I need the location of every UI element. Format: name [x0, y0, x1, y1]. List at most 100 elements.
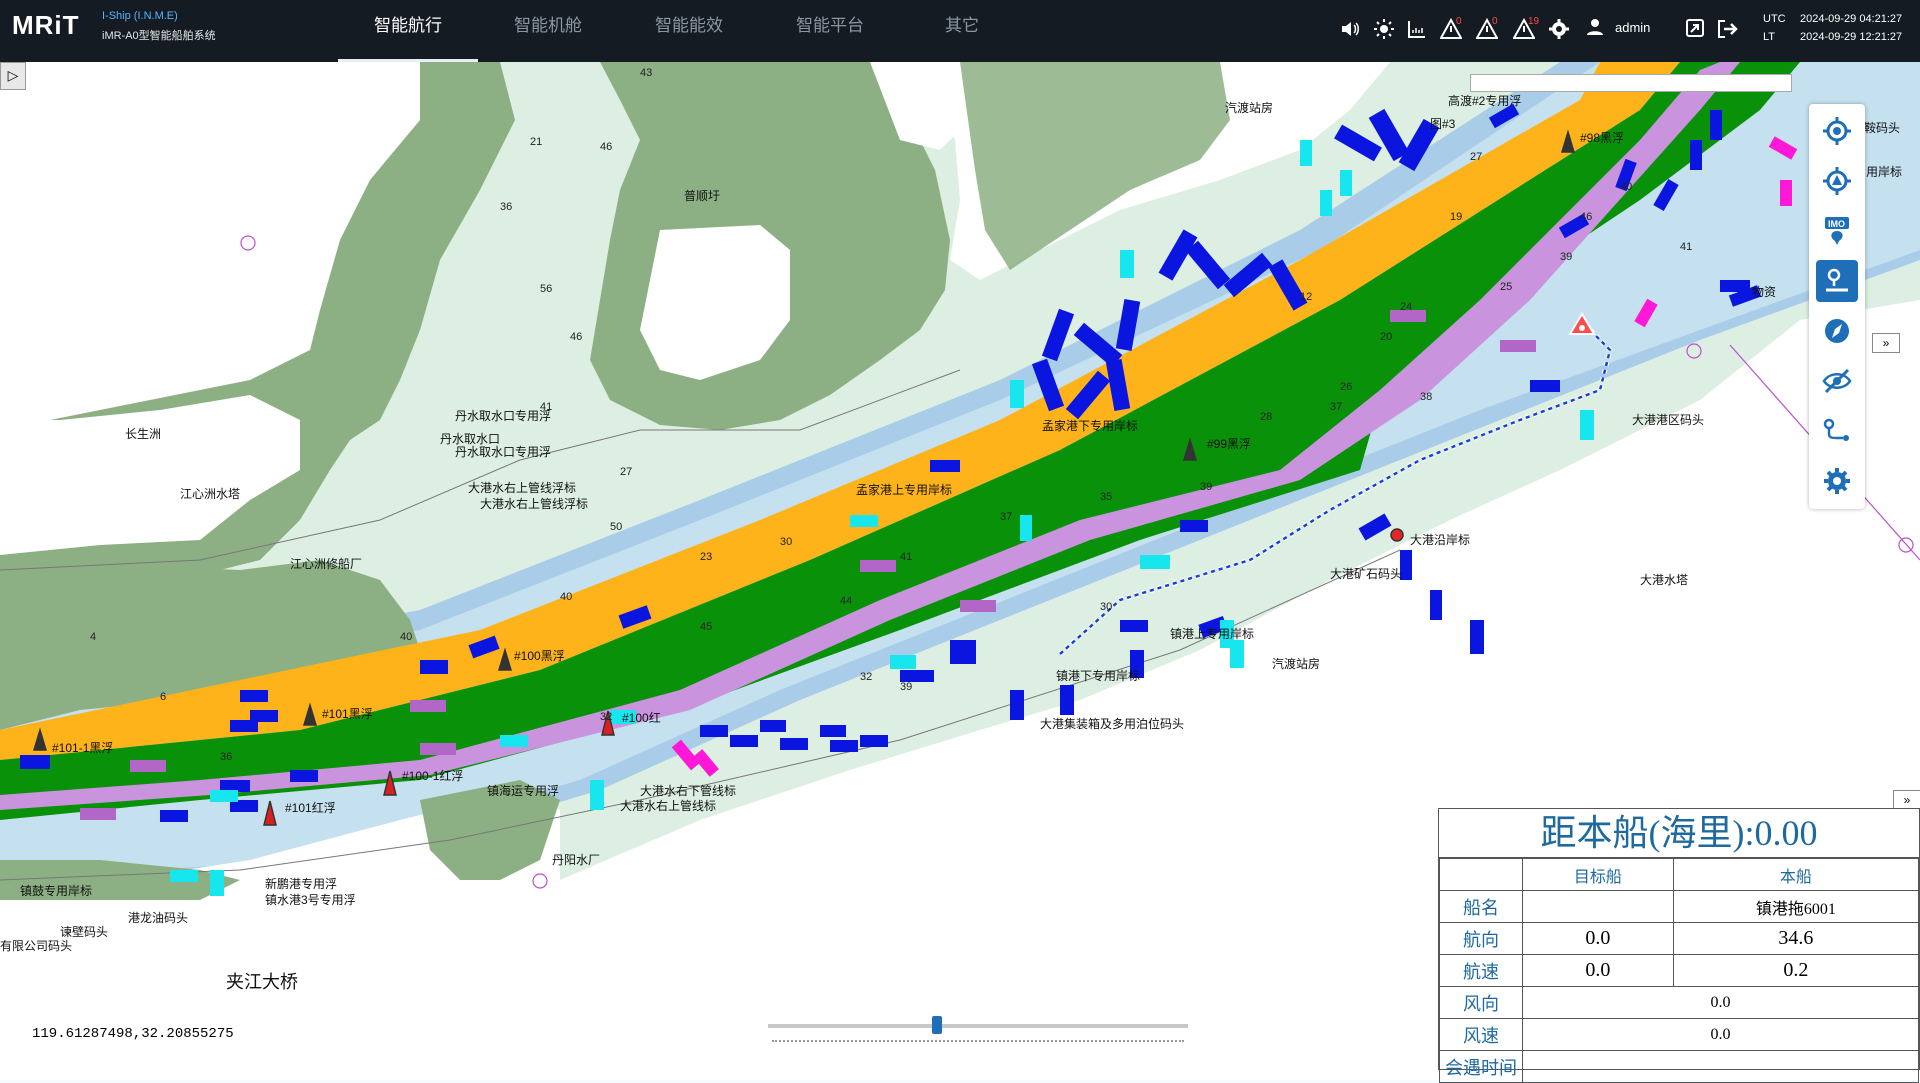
- nav-tab-other[interactable]: 其它: [892, 0, 1032, 62]
- svg-text:44: 44: [840, 595, 852, 607]
- settings-icon[interactable]: [1547, 18, 1571, 42]
- ship-target: [1340, 170, 1352, 196]
- ship-target: [1020, 515, 1032, 541]
- svg-text:46: 46: [600, 141, 612, 153]
- compass-icon[interactable]: [1816, 310, 1858, 352]
- svg-text:39: 39: [900, 681, 912, 693]
- export-icon[interactable]: [1683, 18, 1707, 42]
- zoom-slider-handle[interactable]: [932, 1016, 942, 1034]
- ship-target: [20, 755, 50, 769]
- table-row: 船名 镇港拖6001: [1439, 890, 1920, 923]
- svg-text:41: 41: [900, 551, 912, 563]
- route-plan-icon[interactable]: [1816, 260, 1858, 302]
- ship-target: [1710, 110, 1722, 140]
- label-changshengzhou: 长生洲: [125, 427, 161, 441]
- label-ganglong: 港龙油码头: [128, 911, 188, 925]
- expand-info-panel-button[interactable]: »: [1893, 790, 1920, 810]
- table-row: 会遇时间: [1439, 1050, 1919, 1083]
- svg-text:46: 46: [570, 331, 582, 343]
- ship-target: [1720, 280, 1750, 292]
- svg-text:20: 20: [1380, 331, 1392, 343]
- logout-icon[interactable]: [1715, 18, 1739, 42]
- svg-text:37: 37: [1000, 511, 1012, 523]
- label-100-red: #100红: [622, 710, 661, 725]
- ship-target: [1300, 140, 1312, 166]
- ship-info-table: 目标船 本船 船名 镇港拖6001 航向 0.0 34.6 航速 0.0 0.2…: [1439, 858, 1920, 1083]
- svg-text:24: 24: [1400, 301, 1412, 313]
- user-icon[interactable]: [1583, 18, 1607, 42]
- label-dagang-pipeline-buoy-2: 大港水右上管线浮标: [480, 496, 588, 511]
- table-header-row: 目标船 本船: [1439, 858, 1920, 891]
- ship-target: [890, 655, 916, 669]
- user-name[interactable]: admin: [1615, 20, 1650, 35]
- target-value: 0.0: [1522, 954, 1674, 987]
- label-wuzi: 物资: [1752, 285, 1776, 299]
- channel-arrow: [410, 700, 446, 712]
- track-icon[interactable]: [1816, 410, 1858, 452]
- target-value: 0.0: [1522, 922, 1674, 955]
- center-target-icon[interactable]: [1816, 160, 1858, 202]
- locate-ship-icon[interactable]: [1816, 110, 1858, 152]
- label-dagang-pipeline-buoy: 大港水右上管线浮标: [468, 480, 576, 495]
- ship-target: [1580, 410, 1594, 440]
- ship-target: [820, 725, 846, 737]
- ship-target: [1320, 190, 1332, 216]
- ship-target: [210, 790, 238, 802]
- lt-time: 2024-09-29 12:21:27: [1800, 31, 1903, 43]
- ship-target: [1230, 640, 1244, 668]
- label-jiajiang-bridge: 夹江大桥: [226, 972, 298, 992]
- top-bar: MRiT I-Ship (I.N.M.E) iMR-A0型智能船舶系统 智能航行…: [0, 0, 1920, 62]
- svg-text:25: 25: [1500, 281, 1512, 293]
- zoom-slider-track[interactable]: [768, 1024, 1188, 1028]
- volume-icon[interactable]: [1338, 18, 1362, 42]
- label-zhengang-shang: 镇港上专用岸标: [1170, 626, 1254, 641]
- svg-text:19: 19: [1450, 211, 1462, 223]
- nav-tab-smart-engine[interactable]: 智能机舱: [478, 0, 618, 62]
- row-label: 风速: [1439, 1018, 1523, 1051]
- ship-target: [700, 725, 728, 737]
- imo-icon[interactable]: IMO: [1816, 210, 1858, 252]
- settings-icon[interactable]: [1816, 460, 1858, 502]
- search-input[interactable]: [1470, 74, 1792, 92]
- ship-target: [240, 690, 268, 702]
- visibility-off-icon[interactable]: [1816, 360, 1858, 402]
- label-100-1-red: #100-1红浮: [402, 768, 463, 783]
- channel-arrow: [1500, 340, 1536, 352]
- svg-text:12: 12: [1300, 291, 1312, 303]
- ship-target: [170, 870, 198, 882]
- nav-tab-smart-efficiency[interactable]: 智能能效: [619, 0, 759, 62]
- svg-text:32: 32: [600, 711, 612, 723]
- label-jiangxinzhou-tower: 江心洲水塔: [180, 487, 240, 501]
- ship-target: [850, 515, 878, 527]
- svg-text:28: 28: [1260, 411, 1272, 423]
- target-value: [1522, 890, 1674, 923]
- svg-text:40: 40: [560, 591, 572, 603]
- row-label: 航向: [1439, 922, 1523, 955]
- row-label: 会遇时间: [1439, 1050, 1523, 1083]
- utc-label: UTC: [1763, 13, 1786, 25]
- label-dagang-lower-pipeline: 大港水右下管线标: [640, 783, 736, 798]
- row-label: 船名: [1439, 890, 1523, 923]
- table-row: 风速 0.0: [1439, 1018, 1919, 1051]
- brightness-icon[interactable]: [1372, 18, 1396, 42]
- svg-text:50: 50: [610, 521, 622, 533]
- svg-text:37: 37: [1330, 401, 1342, 413]
- nav-tab-smart-platform[interactable]: 智能平台: [760, 0, 900, 62]
- label-98-black: #98黑浮: [1580, 131, 1624, 145]
- ruler-icon[interactable]: [1405, 18, 1429, 42]
- label-zhengang-xia: 镇港下专用岸标: [1056, 668, 1140, 683]
- svg-text:27: 27: [620, 466, 632, 478]
- collapse-left-button[interactable]: ▷: [0, 62, 26, 90]
- shared-value: 0.0: [1522, 1018, 1919, 1051]
- svg-text:32: 32: [860, 671, 872, 683]
- svg-text:26: 26: [1340, 381, 1352, 393]
- label-jiangxinzhou-factory: 江心洲修船厂: [290, 556, 362, 571]
- label-xinpeng: 新鹏港专用浮: [265, 876, 337, 891]
- lt-label: LT: [1763, 31, 1776, 43]
- label-dagang-upper-pipeline: 大港水右上管线标: [620, 798, 716, 813]
- label-zhenshui: 镇水港3号专用浮: [265, 892, 356, 907]
- channel-arrow: [420, 743, 456, 755]
- nav-tab-smart-navigation[interactable]: 智能航行: [338, 0, 478, 62]
- ship-target: [780, 738, 808, 750]
- expand-right-panel-button[interactable]: »: [1872, 333, 1900, 353]
